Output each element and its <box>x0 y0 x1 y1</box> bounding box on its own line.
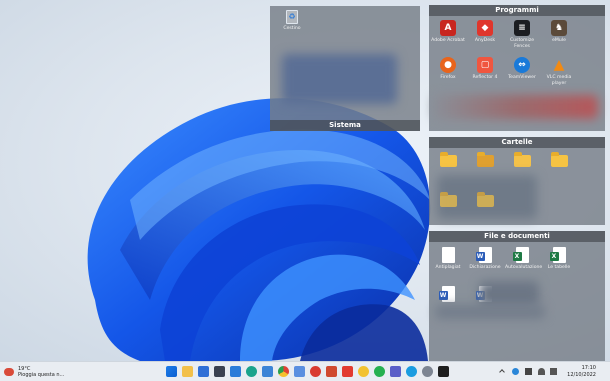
calendar-icon[interactable] <box>230 366 241 377</box>
file-item[interactable]: Antiplagiat <box>431 247 465 271</box>
desktop: ♻ Cestino Sistema Programmi A Adobe Acro… <box>0 0 610 361</box>
folder-icon <box>476 192 494 207</box>
icon-label: Reflector 4 <box>472 75 498 80</box>
photos-icon[interactable] <box>294 366 305 377</box>
fence-programmi[interactable]: Programmi A Adobe Acrobat ◆ AnyDesk ≡ Cu… <box>429 5 605 131</box>
icon-label: VLC media player <box>546 75 572 86</box>
mail-icon[interactable] <box>262 366 273 377</box>
media-icon[interactable] <box>310 366 321 377</box>
fence-title: File e documenti <box>429 231 605 242</box>
excel-file-icon: X <box>549 247 566 263</box>
desktop-icon-reflector[interactable]: ▢ Reflector 4 <box>468 57 502 81</box>
icon-label: AnyDesk <box>474 38 496 43</box>
fence-title: Sistema <box>270 120 420 131</box>
weather-widget[interactable]: 19°C Pioggia questa n... <box>4 364 64 380</box>
icon-label: Antiplagiat <box>435 265 461 270</box>
vlc-icon: ▲ <box>553 57 565 73</box>
blurred-region <box>433 95 598 119</box>
emoji-icon[interactable] <box>358 366 369 377</box>
wifi-icon[interactable] <box>538 368 545 375</box>
gear-icon[interactable] <box>422 366 433 377</box>
icon-label: Cestino <box>283 26 301 31</box>
icon-label: Firefox <box>440 75 456 80</box>
clock-date: 12/10/2022 <box>567 371 596 378</box>
fence-cartelle[interactable]: Cartelle <box>429 137 605 225</box>
weather-desc: Pioggia questa n... <box>18 372 65 378</box>
desktop-icon-teamviewer[interactable]: ⇔ TeamViewer <box>505 57 539 81</box>
volume-icon[interactable] <box>550 368 557 375</box>
file-item[interactable]: X Autovalutazione <box>505 247 543 271</box>
reflector-icon: ▢ <box>477 57 493 73</box>
anydesk-icon[interactable] <box>342 366 353 377</box>
desktop-icon-emule[interactable]: ♞ eMule <box>542 20 576 44</box>
emule-icon: ♞ <box>551 20 567 36</box>
desktop-icon-anydesk[interactable]: ◆ AnyDesk <box>468 20 502 44</box>
chrome-icon[interactable] <box>278 366 289 377</box>
desktop-icon-cestino[interactable]: ♻ Cestino <box>275 10 309 32</box>
whatsapp-icon[interactable] <box>374 366 385 377</box>
folder-icon <box>439 152 457 167</box>
folder-icon <box>550 152 568 167</box>
word-file-icon: W <box>438 286 455 302</box>
desktop-icon-customize-fences[interactable]: ≡ Customize Fences <box>505 20 539 49</box>
taskbar: 19°C Pioggia questa n... 17:10 12/10/202… <box>0 361 610 381</box>
text-file-icon <box>441 247 455 263</box>
blurred-region <box>479 281 539 307</box>
recycle-bin-icon: ♻ <box>286 10 298 24</box>
word-file-icon: W <box>475 247 492 263</box>
fences-icon: ≡ <box>514 20 530 36</box>
teams-icon[interactable] <box>390 366 401 377</box>
firefox-icon: ● <box>440 57 456 73</box>
folder-item[interactable] <box>468 152 502 167</box>
file-item[interactable]: W Dichiarazione <box>468 247 502 271</box>
edge-icon[interactable] <box>246 366 257 377</box>
cloud-icon[interactable] <box>512 368 519 375</box>
icon-label: Customize Fences <box>509 38 535 49</box>
icon-label: eMule <box>552 38 566 43</box>
desktop-icon-vlc[interactable]: ▲ VLC media player <box>542 57 576 86</box>
blurred-region <box>435 305 545 319</box>
skype-icon[interactable] <box>406 366 417 377</box>
clock[interactable]: 17:10 12/10/2022 <box>567 365 596 378</box>
start-icon[interactable] <box>166 366 177 377</box>
icon-label: Adobe Acrobat <box>431 38 465 43</box>
folder-item[interactable] <box>468 192 502 207</box>
fence-file-documenti[interactable]: File e documenti Antiplagiat W Dichiaraz… <box>429 231 605 361</box>
icon-label: Autovalutazione <box>505 265 543 270</box>
folder-item[interactable] <box>431 152 465 167</box>
fence-title: Programmi <box>429 5 605 16</box>
file-explorer-icon[interactable] <box>182 366 193 377</box>
icon-label: TeamViewer <box>508 75 536 80</box>
network-icon[interactable] <box>525 368 532 375</box>
adobe-acrobat-icon: A <box>440 20 456 36</box>
fence-title: Cartelle <box>429 137 605 148</box>
file-item[interactable]: X Le tabelle <box>542 247 576 271</box>
folder-icon <box>476 152 494 167</box>
folder-item[interactable] <box>542 152 576 167</box>
terminal-icon[interactable] <box>438 366 449 377</box>
office-icon[interactable] <box>326 366 337 377</box>
widgets-icon[interactable] <box>198 366 209 377</box>
desktop-icon-firefox[interactable]: ● Firefox <box>431 57 465 81</box>
file-item[interactable]: W <box>431 286 465 302</box>
folder-item[interactable] <box>505 152 539 167</box>
fence-sistema[interactable]: ♻ Cestino Sistema <box>270 6 420 131</box>
desktop-icon-adobe-acrobat[interactable]: A Adobe Acrobat <box>431 20 465 44</box>
rain-icon <box>4 368 14 376</box>
icon-label: Dichiarazione <box>469 265 501 270</box>
chevron-up-icon[interactable] <box>499 369 505 375</box>
blurred-region <box>282 54 397 104</box>
folder-item[interactable] <box>431 192 465 207</box>
icon-label: Le tabelle <box>547 265 571 270</box>
folder-icon <box>513 152 531 167</box>
anydesk-icon: ◆ <box>477 20 493 36</box>
store-icon[interactable] <box>214 366 225 377</box>
folder-icon <box>439 192 457 207</box>
teamviewer-icon: ⇔ <box>514 57 530 73</box>
excel-file-icon: X <box>512 247 529 263</box>
